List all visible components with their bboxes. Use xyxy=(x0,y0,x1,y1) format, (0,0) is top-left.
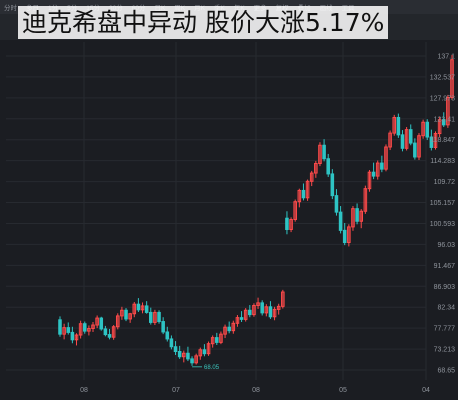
y-tick-label: 68.65 xyxy=(437,368,455,375)
candle-body xyxy=(177,351,182,358)
candle-body xyxy=(58,319,62,335)
candle-body xyxy=(326,158,330,175)
candle-body xyxy=(413,142,417,158)
candle-body xyxy=(103,328,108,336)
candle-body xyxy=(157,311,161,323)
candle-body xyxy=(285,217,289,230)
y-tick-label: 96.03 xyxy=(437,242,455,249)
x-tick-label: 08 xyxy=(252,387,260,394)
y-tick-label: 86.903 xyxy=(434,284,456,291)
candle-body xyxy=(408,129,413,144)
candle-body xyxy=(70,331,75,341)
y-tick-label: 118.847 xyxy=(430,137,455,144)
x-tick-label: 05 xyxy=(339,387,347,394)
candle-body xyxy=(99,317,104,330)
candle-body xyxy=(322,144,326,160)
candle-body xyxy=(342,229,347,244)
x-tick-label: 04 xyxy=(422,387,430,394)
y-tick-label: 132.537 xyxy=(430,74,455,81)
candle-body xyxy=(190,358,194,364)
y-tick-label: 123.41 xyxy=(434,116,456,123)
candle-body xyxy=(161,321,165,333)
candle-body xyxy=(165,331,170,340)
candle-body xyxy=(425,121,430,138)
low-price-label: 68.05 xyxy=(204,365,220,371)
headline: 迪克希盘中异动 股价大涨5.17% xyxy=(18,6,389,39)
candlestick-chart: 137.1 132.537 127.973 123.41 118.847 114.283 1… xyxy=(6,42,456,394)
candle-body xyxy=(136,303,141,311)
candle-body xyxy=(330,173,335,197)
candle-body xyxy=(338,211,343,231)
candle-body xyxy=(396,116,401,136)
y-tick-label: 127.973 xyxy=(430,95,455,102)
x-tick-label: 08 xyxy=(80,387,88,394)
candle-body xyxy=(260,302,264,314)
candle-body xyxy=(380,162,384,170)
candle-body xyxy=(173,346,178,353)
candle-body xyxy=(239,317,244,320)
y-tick-label: 105.157 xyxy=(430,200,455,207)
candle-body xyxy=(371,171,376,177)
x-tick-label: 07 xyxy=(172,387,180,394)
candle-body xyxy=(355,208,359,222)
candle-body xyxy=(107,334,112,338)
y-tick-label: 82.34 xyxy=(437,305,455,312)
candle-body xyxy=(124,309,128,320)
y-tick-label: 91.467 xyxy=(434,263,456,270)
candle-body xyxy=(268,306,273,318)
candle-body xyxy=(144,305,149,313)
candle-body xyxy=(248,309,252,316)
candle-body xyxy=(227,326,231,332)
y-tick-label: 73.213 xyxy=(434,347,456,354)
candle-body xyxy=(169,338,174,348)
candle-body xyxy=(186,352,190,360)
candle-body xyxy=(301,189,306,199)
y-tick-label: 77.777 xyxy=(434,326,456,333)
candle-body xyxy=(66,327,71,333)
candle-body xyxy=(148,311,153,323)
candle-body xyxy=(202,349,207,355)
candle-body xyxy=(400,134,405,149)
y-tick-label: 100.593 xyxy=(430,221,455,228)
candle-body xyxy=(82,323,87,332)
candle-body xyxy=(215,337,219,343)
candle-body xyxy=(334,195,339,213)
y-tick-label: 114.283 xyxy=(430,158,455,165)
y-tick-label: 137.1 xyxy=(437,54,455,61)
y-tick-label: 109.72 xyxy=(434,179,456,186)
